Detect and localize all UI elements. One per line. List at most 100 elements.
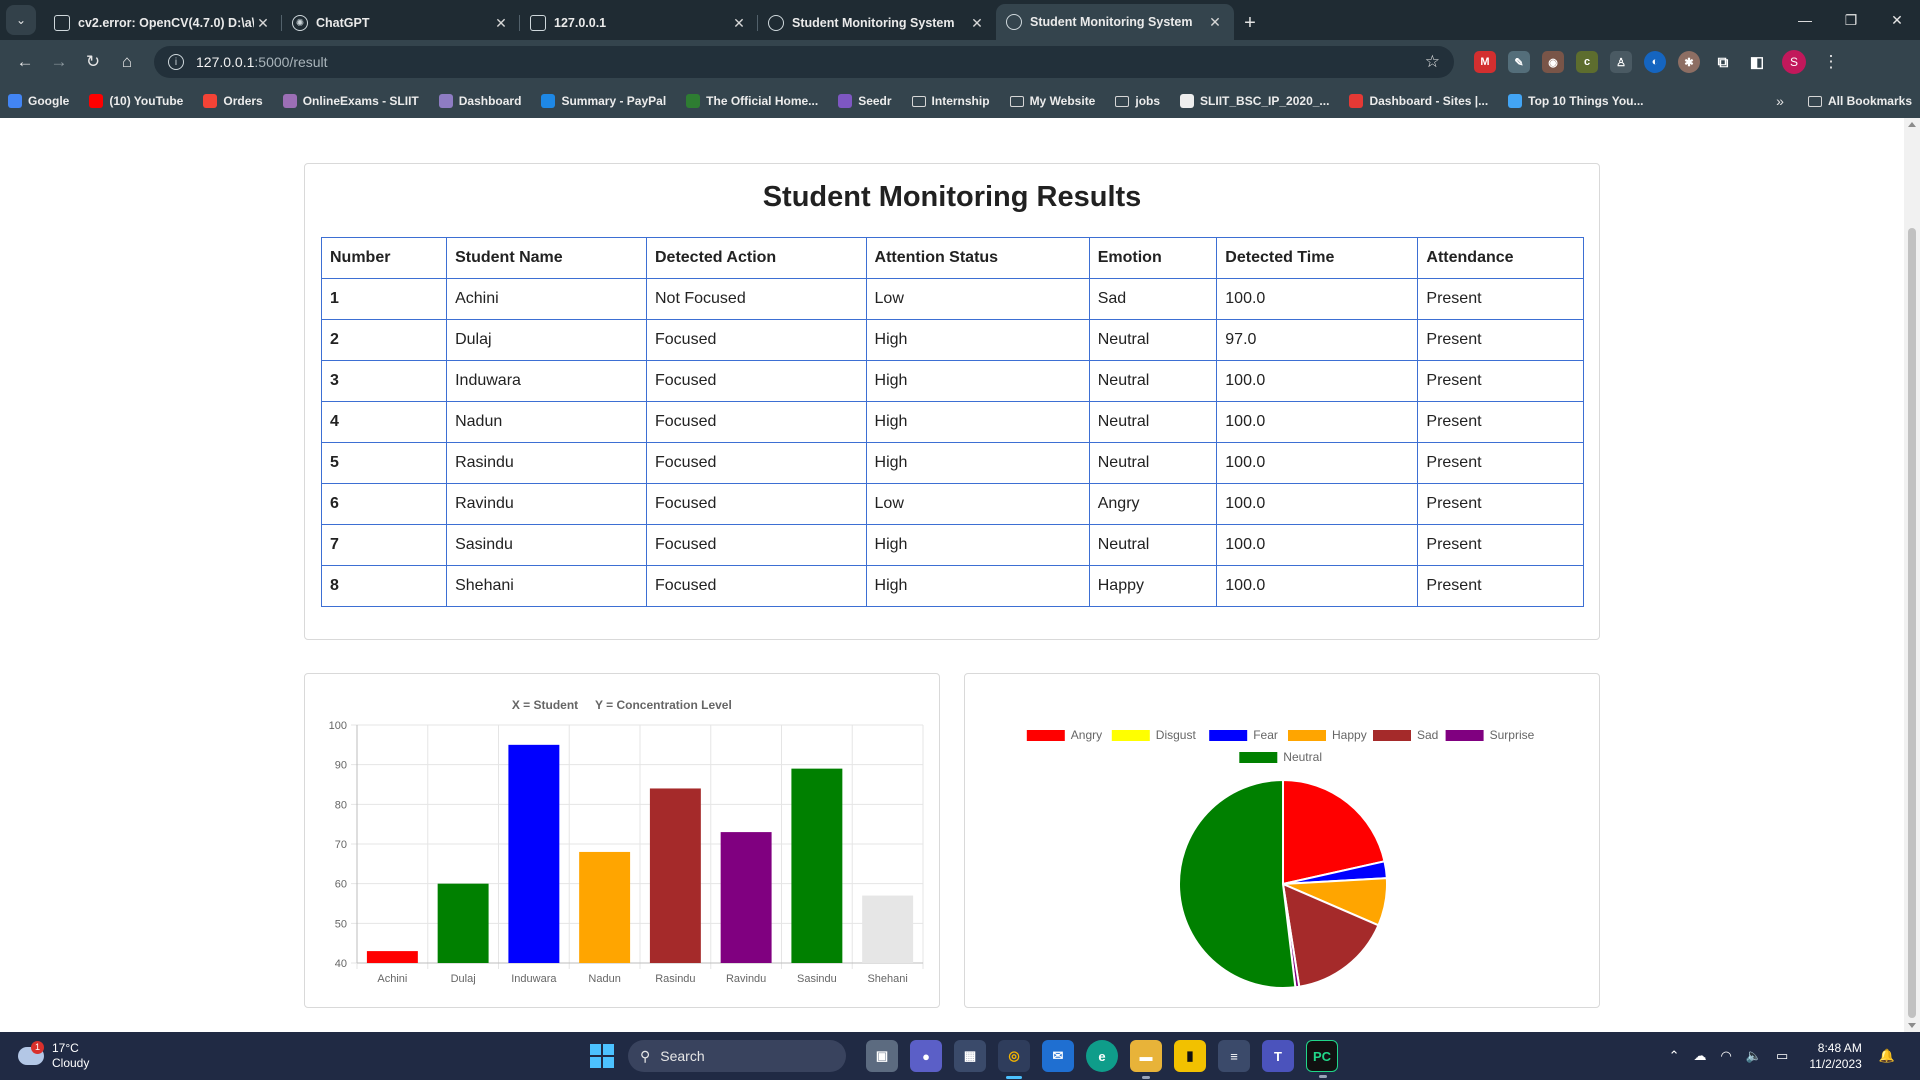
network-off-icon[interactable]: ☁	[1693, 1048, 1706, 1064]
task-view-icon[interactable]: ▣	[866, 1040, 898, 1072]
bookmark-item[interactable]: Dashboard - Sites |...	[1349, 94, 1488, 108]
owl-extension-icon[interactable]: ◉	[1542, 51, 1564, 73]
close-icon[interactable]: ✕	[254, 14, 272, 32]
profile-avatar[interactable]: S	[1782, 50, 1806, 74]
column-header: Detected Time	[1216, 237, 1419, 279]
bookmark-item[interactable]: Dashboard	[438, 94, 521, 108]
table-cell: 1	[320, 278, 448, 320]
column-header: Attention Status	[865, 237, 1090, 279]
legend-label: Disgust	[1156, 728, 1197, 742]
page-scrollbar[interactable]	[1904, 118, 1920, 1032]
restore-icon[interactable]: ❐	[1828, 0, 1874, 40]
edge-icon[interactable]: e	[1086, 1040, 1118, 1072]
forward-button[interactable]: →	[42, 45, 76, 79]
bookmark-label: Top 10 Things You...	[1528, 94, 1644, 108]
new-tab-button[interactable]: +	[1234, 6, 1266, 40]
close-icon[interactable]: ✕	[968, 14, 986, 32]
minimize-icon[interactable]: —	[1782, 0, 1828, 40]
cookie-extension-icon[interactable]: ✱	[1678, 51, 1700, 73]
scroll-down-arrow-icon[interactable]	[1908, 1023, 1916, 1028]
close-window-icon[interactable]: ✕	[1874, 0, 1920, 40]
table-cell: High	[865, 319, 1090, 361]
tab-5-active[interactable]: Student Monitoring System ✕	[996, 4, 1234, 40]
chevron-up-icon[interactable]: ⌃	[1669, 1048, 1680, 1064]
table-cell: Not Focused	[646, 278, 867, 320]
vscode-icon[interactable]: ≡	[1218, 1040, 1250, 1072]
volume-icon[interactable]: 🔈	[1746, 1048, 1762, 1064]
bar-ravindu	[720, 832, 772, 963]
close-icon[interactable]: ✕	[730, 14, 748, 32]
tab-4[interactable]: Student Monitoring System ✕	[758, 6, 996, 40]
bookmark-item[interactable]: Seedr	[838, 94, 892, 108]
taskbar-search[interactable]: ⚲ Search	[628, 1040, 846, 1072]
star-icon[interactable]: ☆	[1425, 52, 1440, 72]
notification-bell-icon[interactable]: 🔔	[1879, 1048, 1895, 1064]
side-panel-icon[interactable]: ◧	[1746, 51, 1768, 73]
bookmark-item[interactable]: Orders	[203, 94, 263, 108]
legend-label: Surprise	[1490, 728, 1535, 742]
back-button[interactable]: ←	[8, 45, 42, 79]
bookmark-item[interactable]: Top 10 Things You...	[1508, 94, 1644, 108]
pen-extension-icon[interactable]: ✎	[1508, 51, 1530, 73]
bookmark-item[interactable]: Summary - PayPal	[541, 94, 666, 108]
windows-start-icon[interactable]	[590, 1044, 614, 1068]
teams-icon[interactable]: T	[1262, 1040, 1294, 1072]
scroll-up-arrow-icon[interactable]	[1908, 122, 1916, 127]
coupon-extension-icon[interactable]: c	[1576, 51, 1598, 73]
home-button[interactable]: ⌂	[110, 45, 144, 79]
bookmark-item[interactable]: jobs	[1115, 94, 1160, 108]
table-cell: Neutral	[1088, 524, 1218, 566]
scrollbar-thumb[interactable]	[1908, 228, 1916, 1018]
store-icon[interactable]: ▦	[954, 1040, 986, 1072]
column-header: Emotion	[1088, 237, 1218, 279]
puzzle-icon[interactable]: ⧉	[1712, 51, 1734, 73]
teams-chat-icon[interactable]: ●	[910, 1040, 942, 1072]
table-cell: Focused	[646, 442, 867, 484]
table-cell: Neutral	[1088, 442, 1218, 484]
notification-badge: 1	[31, 1041, 44, 1054]
close-icon[interactable]: ✕	[492, 14, 510, 32]
tab-title: 127.0.0.1	[554, 16, 607, 30]
table-cell: 100.0	[1216, 360, 1419, 402]
tab-1[interactable]: cv2.error: OpenCV(4.7.0) D:\a\ ✕	[44, 6, 282, 40]
weather-widget[interactable]: 1 17°C Cloudy	[18, 1041, 89, 1071]
clock[interactable]: 8:48 AM 11/2/2023	[1809, 1040, 1862, 1072]
tab-3[interactable]: 127.0.0.1 ✕	[520, 6, 758, 40]
table-cell: Focused	[646, 483, 867, 525]
mcafee-extension-icon[interactable]: M	[1474, 51, 1496, 73]
bookmark-item[interactable]: SLIIT_BSC_IP_2020_...	[1180, 94, 1329, 108]
table-cell: 5	[320, 442, 448, 484]
bookmark-label: Internship	[931, 94, 990, 108]
battery-icon[interactable]: ▭	[1776, 1048, 1788, 1064]
folder-icon	[1009, 95, 1024, 107]
bookmark-item[interactable]: My Website	[1009, 94, 1096, 108]
site-info-icon[interactable]: i	[168, 54, 184, 70]
bookmark-item[interactable]: (10) YouTube	[89, 94, 183, 108]
x-tick-label: Shehani	[867, 973, 907, 985]
file-explorer-icon[interactable]: ▬	[1130, 1040, 1162, 1079]
y-tick-label: 40	[335, 958, 347, 970]
reload-button[interactable]: ↻	[76, 45, 110, 79]
address-bar[interactable]: i 127.0.0.1:5000/result ☆	[154, 46, 1454, 78]
figure-extension-icon[interactable]: ♙	[1610, 51, 1632, 73]
pie-slice-neutral	[1178, 778, 1297, 989]
menu-kebab-icon[interactable]: ⋮	[1814, 45, 1848, 79]
bookmark-label: My Website	[1029, 94, 1096, 108]
bookmark-item[interactable]: The Official Home...	[686, 94, 818, 108]
chevron-double-right-icon[interactable]: »	[1776, 93, 1784, 109]
tab-search-button[interactable]: ⌄	[6, 5, 36, 35]
tab-2[interactable]: ✺ ChatGPT ✕	[282, 6, 520, 40]
plus-icon: +	[1244, 11, 1256, 34]
circle-extension-icon[interactable]: ◐	[1644, 51, 1666, 73]
pycharm-icon[interactable]: PC	[1306, 1040, 1338, 1078]
powerbi-icon[interactable]: ▮	[1174, 1040, 1206, 1072]
wifi-icon[interactable]: ◠	[1720, 1048, 1731, 1064]
tab-title: cv2.error: OpenCV(4.7.0) D:\a\	[78, 16, 254, 30]
close-icon[interactable]: ✕	[1206, 13, 1224, 31]
mail-icon[interactable]: ✉	[1042, 1040, 1074, 1072]
bookmark-item[interactable]: Internship	[911, 94, 990, 108]
bookmark-item[interactable]: OnlineExams - SLIIT	[282, 94, 419, 108]
bookmark-item[interactable]: Google	[8, 94, 69, 108]
chrome-icon[interactable]: ◎	[998, 1040, 1030, 1079]
all-bookmarks-button[interactable]: All Bookmarks	[1807, 94, 1912, 108]
